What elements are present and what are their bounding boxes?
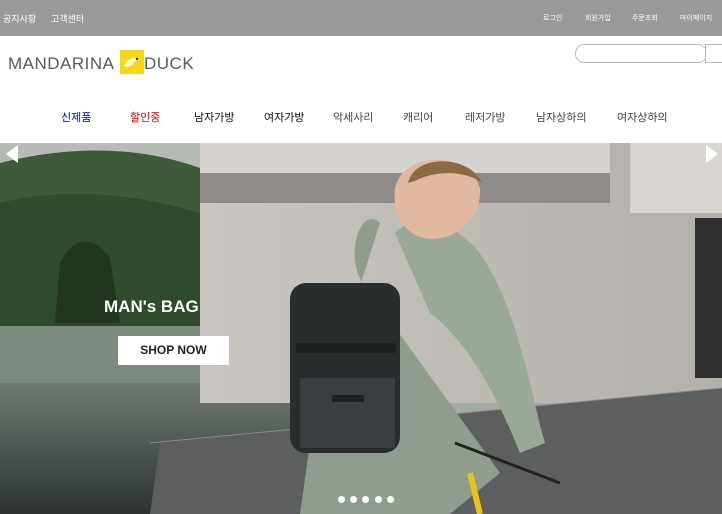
hero-slider: MAN's BAG SHOP NOW — [0, 143, 722, 514]
hero-caption: MAN's BAG — [104, 297, 199, 316]
customer-center-link[interactable]: 고객센터 — [51, 0, 84, 36]
site-header: MANDARINA DUCK — [0, 36, 722, 100]
prev-slide-icon[interactable] — [2, 143, 22, 165]
search-input[interactable] — [575, 44, 707, 63]
notice-link[interactable]: 공지사항 — [3, 0, 36, 36]
search-button[interactable] — [705, 44, 722, 63]
nav-item-sale[interactable]: 할인중 — [130, 100, 160, 136]
slide-dot-5[interactable] — [387, 496, 394, 503]
login-link[interactable]: 로그인 — [543, 0, 562, 36]
shop-now-button[interactable]: SHOP NOW — [118, 336, 229, 365]
hero-photo — [0, 143, 722, 514]
logo-text-left: MANDARINA — [8, 54, 115, 73]
logo-text-right: DUCK — [144, 54, 195, 73]
nav-item-leisure-bags[interactable]: 레저가방 — [465, 100, 505, 136]
slide-dot-3[interactable] — [362, 496, 369, 503]
category-nav: 신제품 할인중 남자가방 여자가방 악세사리 캐리어 레저가방 남자상하의 여자… — [0, 100, 722, 143]
nav-item-accessories[interactable]: 악세사리 — [333, 100, 373, 136]
top-utility-bar: 공지사항 고객센터 로그인 회원가입 주문조회 마이페이지 — [0, 0, 722, 36]
slide-dot-2[interactable] — [350, 496, 357, 503]
duck-logo-icon — [120, 50, 144, 74]
nav-item-womens-apparel[interactable]: 여자상하의 — [617, 100, 668, 136]
nav-item-carrier[interactable]: 캐리어 — [403, 100, 433, 136]
next-slide-icon[interactable] — [702, 143, 722, 165]
order-lookup-link[interactable]: 주문조회 — [632, 0, 658, 36]
nav-item-mens-bags[interactable]: 남자가방 — [194, 100, 234, 136]
slide-dot-4[interactable] — [375, 496, 382, 503]
nav-item-new[interactable]: 신제품 — [61, 100, 91, 136]
nav-item-mens-apparel[interactable]: 남자상하의 — [536, 100, 587, 136]
slide-dot-1[interactable] — [338, 496, 345, 503]
signup-link[interactable]: 회원가입 — [585, 0, 611, 36]
mypage-link[interactable]: 마이페이지 — [680, 0, 712, 36]
nav-item-womens-bags[interactable]: 여자가방 — [264, 100, 304, 136]
